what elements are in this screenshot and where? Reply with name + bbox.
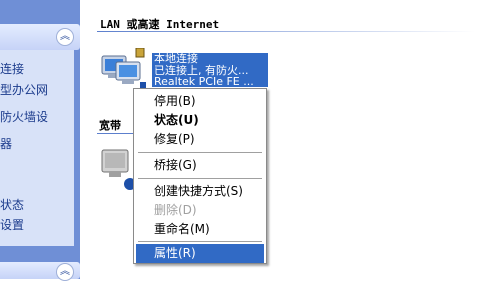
connection-name: 本地连接: [154, 53, 198, 65]
pane-link-connections[interactable]: 连接: [0, 60, 24, 77]
menu-separator: [138, 178, 262, 179]
lan-section-heading: LAN 或高速 Internet: [100, 18, 220, 31]
pane-link-settings[interactable]: 设置: [0, 216, 24, 233]
collapse-chevron-icon[interactable]: ︽: [56, 263, 74, 281]
task-pane-header[interactable]: ︽: [0, 24, 80, 50]
menu-item-create-shortcut[interactable]: 创建快捷方式(S): [136, 182, 264, 201]
menu-item-properties[interactable]: 属性(R): [136, 244, 264, 263]
connection-adapter: Realtek PCIe FE ...: [154, 75, 254, 87]
menu-separator: [138, 152, 262, 153]
menu-item-rename[interactable]: 重命名(M): [136, 220, 264, 239]
task-pane-header-2[interactable]: ︽: [0, 262, 80, 281]
collapse-chevron-icon[interactable]: ︽: [56, 28, 74, 46]
menu-separator: [138, 241, 262, 242]
context-menu: 停用(B) 状态(U) 修复(P) 桥接(G) 创建快捷方式(S) 删除(D) …: [133, 88, 267, 264]
pane-link-firewall[interactable]: 防火墙设: [0, 108, 48, 125]
network-connection-icon[interactable]: [100, 48, 150, 92]
local-connection-label[interactable]: 本地连接 已连接上, 有防火... Realtek PCIe FE ...: [152, 53, 268, 87]
broadband-connection-icon[interactable]: [100, 146, 136, 192]
menu-item-status[interactable]: 状态(U): [136, 111, 264, 130]
menu-item-repair[interactable]: 修复(P): [136, 130, 264, 149]
menu-item-delete: 删除(D): [154, 203, 197, 217]
menu-item-bridge[interactable]: 桥接(G): [136, 156, 264, 175]
task-pane: ︽ 连接 型办公网 防火墙设 器 状态 设置 ︽: [0, 0, 80, 281]
pane-link-status[interactable]: 状态: [0, 196, 24, 213]
menu-item-disable[interactable]: 停用(B): [136, 92, 264, 111]
task-pane-body: 连接 型办公网 防火墙设 器 状态 设置: [0, 50, 74, 246]
pane-link-device[interactable]: 器: [0, 135, 12, 152]
section-divider: [97, 31, 475, 32]
broadband-section-heading: 宽带: [99, 119, 121, 132]
pane-link-office-network[interactable]: 型办公网: [0, 81, 48, 98]
